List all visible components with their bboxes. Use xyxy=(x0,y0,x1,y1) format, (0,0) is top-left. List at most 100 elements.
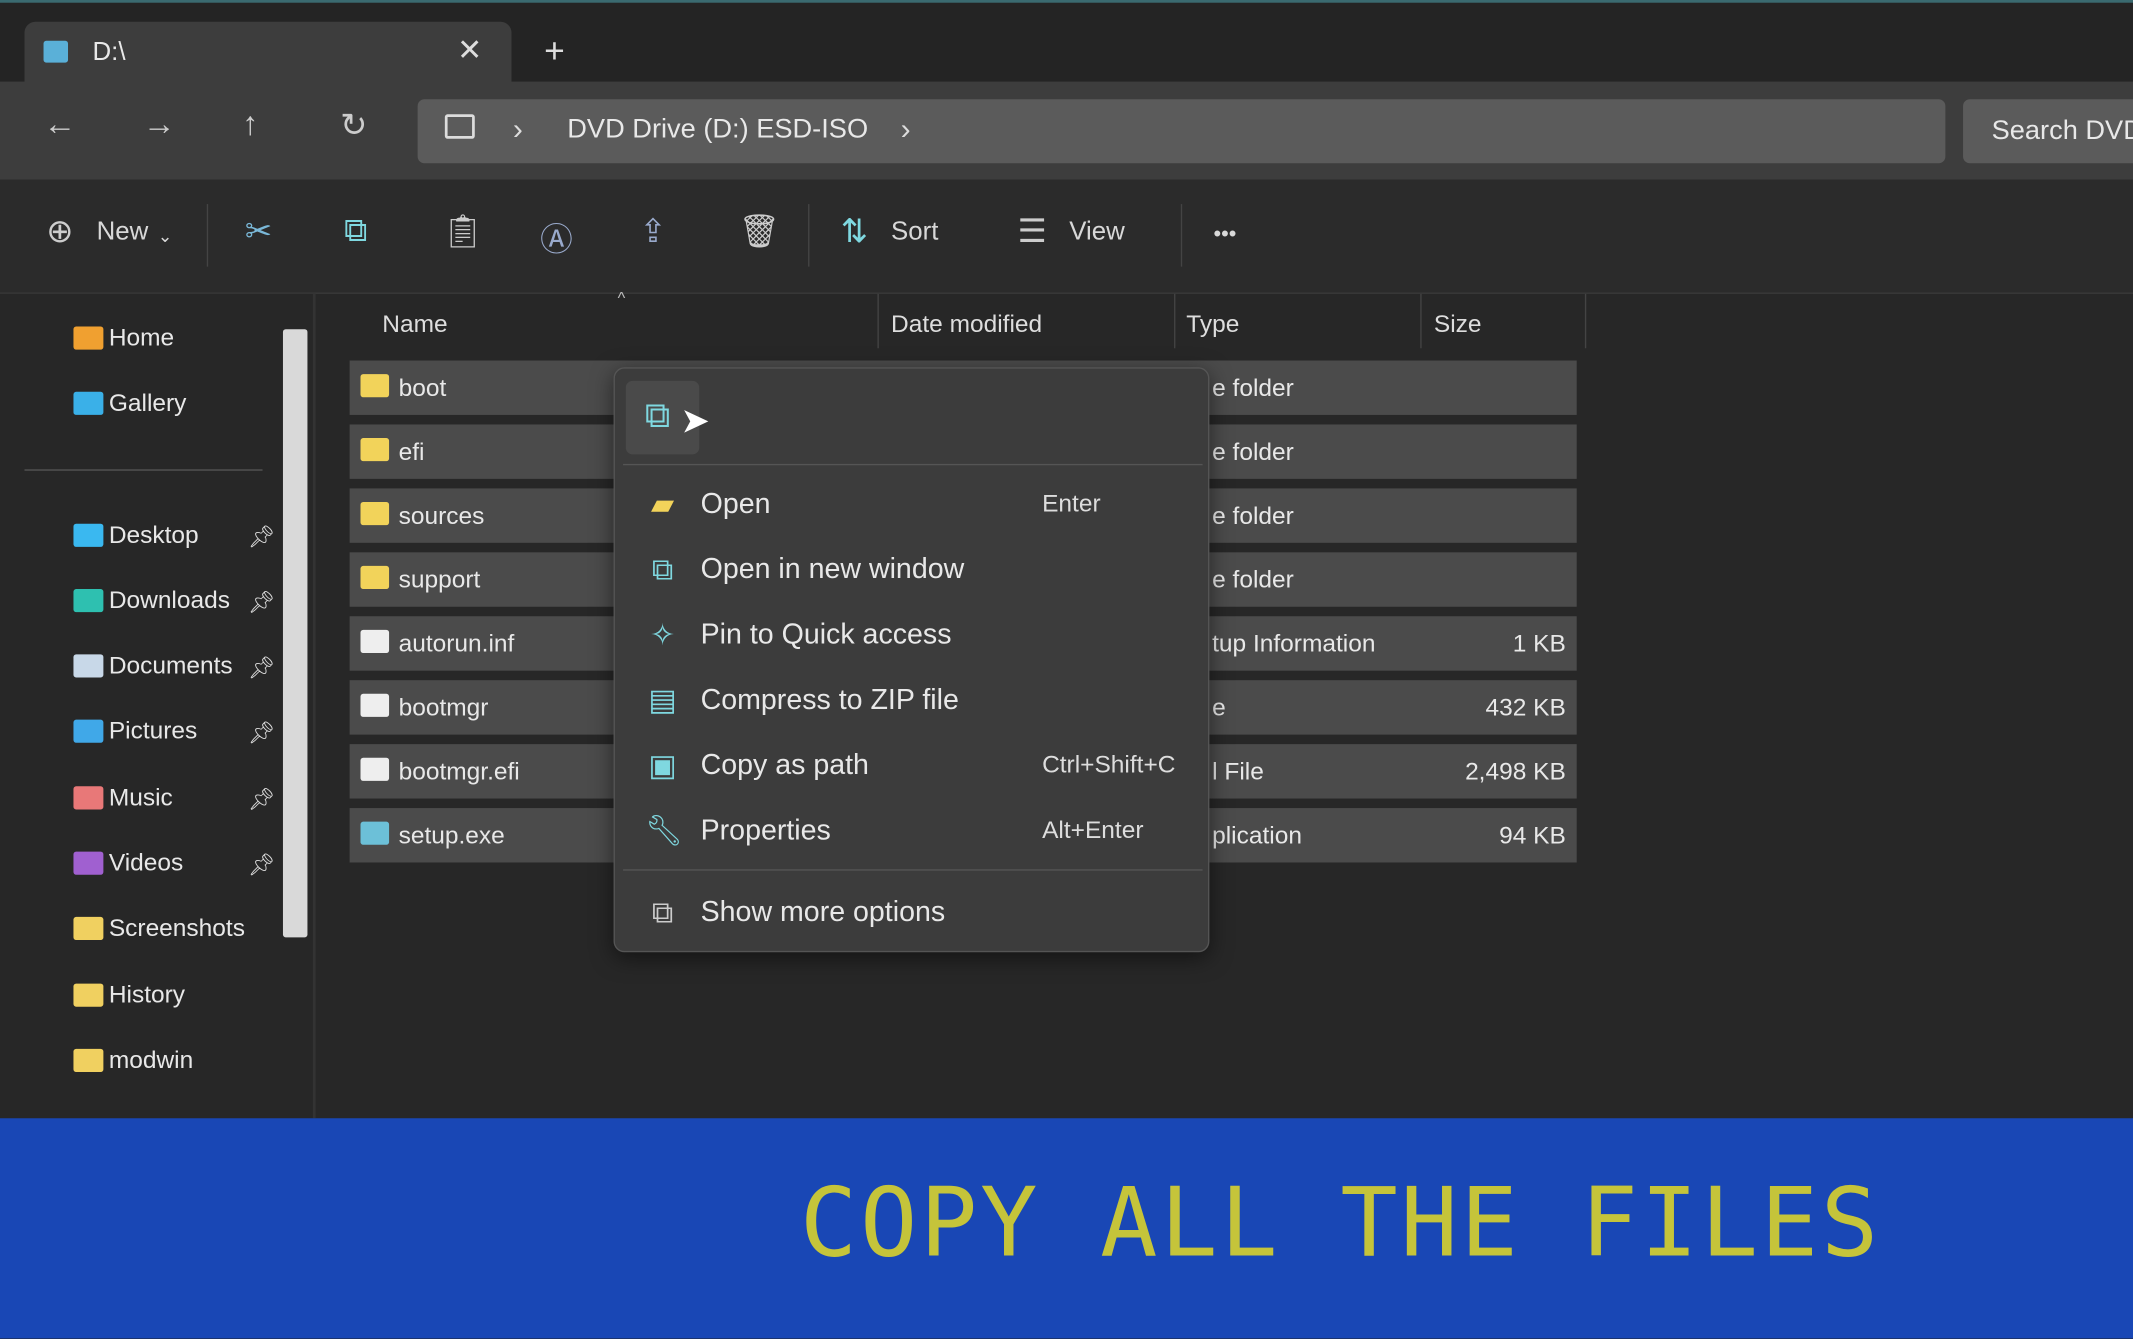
computer-icon xyxy=(444,114,475,139)
share-icon[interactable]: ⇪ xyxy=(639,212,666,251)
wrench-icon: 🔧︎ xyxy=(644,813,683,848)
sort-ascending-icon: ^ xyxy=(617,288,626,308)
paste-icon[interactable]: 📋︎ xyxy=(442,212,483,251)
menu-item-label: Pin to Quick access xyxy=(700,618,952,651)
refresh-button[interactable]: ↻ xyxy=(340,106,367,145)
menu-item-label: Show more options xyxy=(700,896,946,928)
menu-item-pin-to-quick-access[interactable]: ✧ Pin to Quick access xyxy=(615,604,1211,667)
folder-icon xyxy=(360,565,390,590)
pin-icon[interactable]: 📌︎ xyxy=(248,720,276,747)
sidebar-item-videos[interactable]: Videos xyxy=(73,849,183,878)
copy-button[interactable]: ⧉ ➤ xyxy=(625,380,710,455)
menu-item-label: Open xyxy=(700,488,771,520)
sidebar-item-documents[interactable]: Documents xyxy=(73,651,233,681)
sidebar-item-downloads[interactable]: Downloads xyxy=(73,586,230,615)
sidebar-item-desktop[interactable]: Desktop xyxy=(73,521,199,550)
sidebar-item-home[interactable]: Home xyxy=(73,324,174,353)
pin-icon[interactable]: 📌︎ xyxy=(248,589,276,616)
sidebar-item-screenshots[interactable]: Screenshots xyxy=(73,914,245,943)
file-type: e folder xyxy=(1212,438,1294,466)
column-size[interactable]: Size xyxy=(1434,310,1482,339)
sidebar-item-label: Documents xyxy=(108,651,233,679)
sidebar-item-history[interactable]: History xyxy=(73,981,185,1010)
file-icon xyxy=(360,629,390,653)
pin-icon: ✧ xyxy=(649,617,676,652)
new-button[interactable]: New xyxy=(97,218,149,248)
file-size: 432 KB xyxy=(1485,693,1566,722)
sidebar-item-label: modwin xyxy=(108,1046,194,1074)
tab-bar: D:\ ✕ + xyxy=(0,0,2133,88)
folder-icon xyxy=(360,374,390,398)
pin-icon[interactable]: 📌︎ xyxy=(248,524,276,551)
breadcrumb-dvd-drive[interactable]: DVD Drive (D:) ESD-ISO xyxy=(567,114,868,145)
breadcrumb-chevron[interactable]: › xyxy=(901,112,911,147)
column-divider[interactable] xyxy=(1584,293,1587,349)
sidebar-item-label: Music xyxy=(108,783,173,811)
sidebar-item-pictures[interactable]: Pictures xyxy=(73,717,197,746)
pin-icon[interactable]: 📌︎ xyxy=(248,786,276,813)
file-type: e folder xyxy=(1212,565,1294,594)
sidebar-item-label: Videos xyxy=(108,848,184,877)
pin-icon[interactable]: 📌︎ xyxy=(248,654,276,681)
column-name[interactable]: Name xyxy=(382,310,447,339)
menu-item-show-more-options[interactable]: ⧉ Show more options xyxy=(615,882,1211,945)
column-type[interactable]: Type xyxy=(1186,310,1239,339)
breadcrumb-separator: › xyxy=(512,111,523,146)
forward-button[interactable]: → xyxy=(143,106,176,144)
folder-icon xyxy=(73,983,104,1007)
file-type: l File xyxy=(1212,757,1264,785)
delete-icon[interactable]: 🗑︎ xyxy=(739,212,780,251)
back-button[interactable]: ← xyxy=(44,106,77,144)
file-name: setup.exe xyxy=(398,821,505,849)
file-name: sources xyxy=(398,501,485,530)
file-type: e folder xyxy=(1212,374,1294,402)
open-external-icon: ⧉ xyxy=(651,552,674,587)
folder-icon xyxy=(73,654,104,678)
column-divider[interactable] xyxy=(877,293,879,349)
address-bar[interactable]: › DVD Drive (D:) ESD-ISO › xyxy=(417,99,1946,164)
file-name: support xyxy=(398,565,481,594)
sidebar-item-gallery[interactable]: Gallery xyxy=(73,389,186,418)
new-tab-button[interactable]: + xyxy=(544,30,565,72)
mouse-cursor-icon: ➤ xyxy=(680,399,710,441)
sidebar-item-music[interactable]: Music xyxy=(73,783,173,813)
file-size: 94 KB xyxy=(1499,821,1566,849)
more-options-button[interactable]: ••• xyxy=(1213,223,1236,247)
cut-icon[interactable]: ✂ xyxy=(245,212,272,251)
sort-button[interactable]: Sort xyxy=(891,218,938,248)
menu-item-open-in-new-window[interactable]: ⧉ Open in new window xyxy=(615,539,1211,602)
menu-item-compress-to-zip-file[interactable]: ▤ Compress to ZIP file xyxy=(615,669,1211,732)
folder-icon xyxy=(73,523,104,547)
column-divider[interactable] xyxy=(1174,293,1176,349)
menu-divider xyxy=(623,869,1203,871)
sidebar-item-label: History xyxy=(108,980,186,1009)
copy-path-icon: ▣ xyxy=(648,748,677,783)
rename-icon[interactable]: Ⓐ xyxy=(540,212,573,260)
menu-item-properties[interactable]: 🔧︎ Properties Alt+Enter xyxy=(615,800,1211,863)
column-divider[interactable] xyxy=(1420,293,1422,349)
zip-icon: ▤ xyxy=(648,682,677,717)
chevron-down-icon: ⌄ xyxy=(157,225,173,247)
file-size: 2,498 KB xyxy=(1465,757,1566,785)
tab-d-drive[interactable]: D:\ ✕ xyxy=(24,21,512,88)
pin-icon[interactable]: 📌︎ xyxy=(248,852,276,879)
sidebar-item-label: Pictures xyxy=(108,716,198,745)
up-button[interactable]: ↑ xyxy=(242,106,258,144)
close-tab-icon[interactable]: ✕ xyxy=(457,33,482,68)
sidebar-item-label: Home xyxy=(108,323,175,351)
copy-icon[interactable]: ⧉ xyxy=(344,212,367,250)
sidebar-item-modwin[interactable]: modwin xyxy=(73,1046,193,1075)
address-row: ← → ↑ ↻ › DVD Drive (D:) ESD-ISO › Searc… xyxy=(0,81,2133,180)
search-input[interactable]: Search DVD xyxy=(1963,99,2133,164)
scrollbar[interactable] xyxy=(282,329,308,938)
menu-item-copy-as-path[interactable]: ▣ Copy as path Ctrl+Shift+C xyxy=(615,735,1211,798)
copy-icon: ⧉ xyxy=(644,394,671,436)
view-button[interactable]: View xyxy=(1069,218,1125,248)
context-menu: ⧉ ➤ ▰ Open Enter ⧉ Open in new window ✧ Pin to… xyxy=(613,367,1211,953)
divider xyxy=(1180,204,1183,267)
divider xyxy=(24,469,263,471)
column-date-modified[interactable]: Date modified xyxy=(891,310,1042,339)
folder-icon: ▰ xyxy=(650,487,675,522)
exe-icon xyxy=(360,821,390,845)
menu-item-open[interactable]: ▰ Open Enter xyxy=(615,473,1211,536)
